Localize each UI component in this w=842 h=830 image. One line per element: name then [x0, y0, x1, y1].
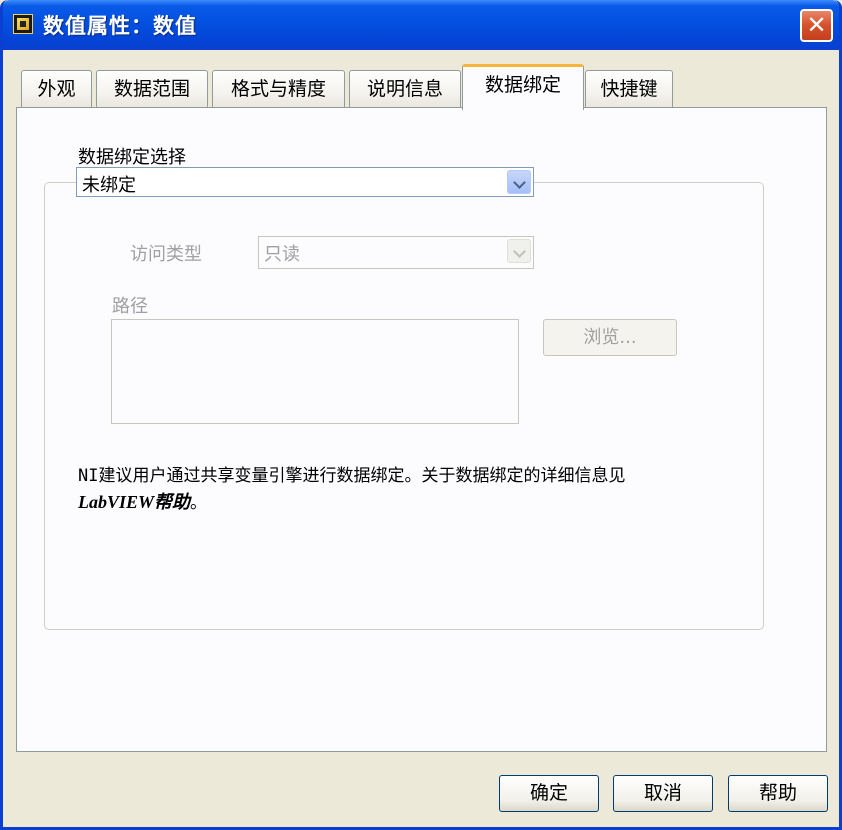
title-bar[interactable]: 数值属性：数值 ✕	[3, 0, 839, 50]
labview-app-icon	[13, 14, 33, 34]
path-field[interactable]	[111, 319, 519, 424]
tab-documentation[interactable]: 说明信息	[349, 70, 461, 108]
tab-data-binding[interactable]: 数据绑定	[462, 64, 584, 110]
binding-select-dropdown[interactable]: 未绑定	[76, 167, 534, 197]
access-type-dropdown[interactable]: 只读	[258, 236, 534, 269]
binding-note: NI建议用户通过共享变量引擎进行数据绑定。关于数据绑定的详细信息见 LabVIE…	[78, 463, 758, 516]
help-button[interactable]: 帮助	[728, 775, 828, 812]
tab-appearance[interactable]: 外观	[21, 70, 92, 108]
browse-button[interactable]: 浏览...	[543, 319, 677, 356]
window-title: 数值属性：数值	[43, 14, 197, 38]
tab-data-range[interactable]: 数据范围	[96, 70, 208, 108]
chevron-down-icon[interactable]	[507, 239, 531, 263]
chevron-down-icon[interactable]	[507, 170, 531, 194]
ok-button[interactable]: 确定	[499, 775, 599, 812]
binding-select-value: 未绑定	[82, 175, 136, 196]
access-type-label: 访问类型	[130, 244, 202, 265]
labview-help-link[interactable]: LabVIEW帮助	[78, 492, 190, 512]
binding-select-label: 数据绑定选择	[78, 147, 186, 168]
access-type-value: 只读	[264, 244, 300, 265]
path-label: 路径	[112, 296, 148, 317]
tab-format-precision[interactable]: 格式与精度	[212, 70, 345, 108]
binding-note-text: NI建议用户通过共享变量引擎进行数据绑定。关于数据绑定的详细信息见	[78, 466, 626, 486]
close-button[interactable]: ✕	[800, 9, 833, 42]
binding-note-trailing: 。	[190, 493, 208, 513]
tab-shortcuts[interactable]: 快捷键	[585, 70, 673, 108]
properties-dialog: 数值属性：数值 ✕ 外观 数据范围 格式与精度 说明信息 数据绑定 快捷键 数据…	[0, 0, 842, 830]
cancel-button[interactable]: 取消	[613, 775, 713, 812]
